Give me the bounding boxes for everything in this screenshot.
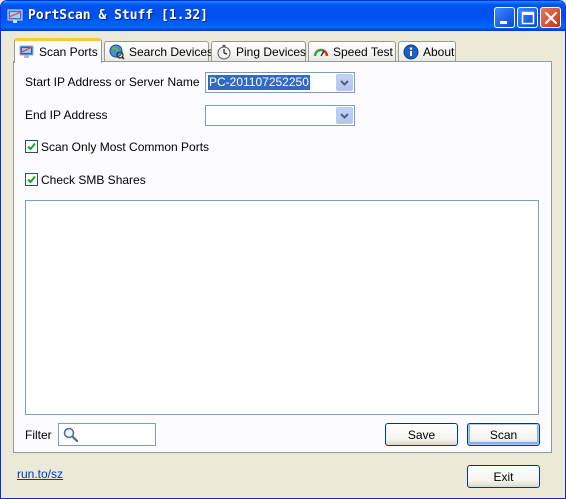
end-ip-combobox[interactable] xyxy=(205,105,355,126)
start-ip-label: Start IP Address or Server Name xyxy=(25,75,200,89)
common-ports-label[interactable]: Scan Only Most Common Ports xyxy=(41,140,209,154)
checkmark-icon xyxy=(27,142,36,151)
end-ip-label: End IP Address xyxy=(25,108,108,122)
smb-shares-checkbox[interactable] xyxy=(25,173,38,186)
filter-input[interactable] xyxy=(58,423,156,446)
smb-shares-label[interactable]: Check SMB Shares xyxy=(41,173,146,187)
end-ip-dropdown-button[interactable] xyxy=(336,107,353,124)
filter-label: Filter xyxy=(25,428,52,442)
scan-button[interactable]: Scan xyxy=(467,423,540,446)
start-ip-dropdown-button[interactable] xyxy=(336,74,353,91)
save-button[interactable]: Save xyxy=(385,423,458,446)
panel-content: Start IP Address or Server Name PC-20110… xyxy=(1,1,565,498)
common-ports-checkbox[interactable] xyxy=(25,140,38,153)
checkmark-icon xyxy=(27,175,36,184)
app-window: PortScan & Stuff [1.32] Scan Ports Searc… xyxy=(0,0,566,499)
chevron-down-icon xyxy=(340,113,349,119)
search-icon xyxy=(63,427,79,443)
start-ip-combobox[interactable]: PC-201107252250 xyxy=(205,72,355,93)
chevron-down-icon xyxy=(340,80,349,86)
exit-button[interactable]: Exit xyxy=(467,465,540,488)
results-list[interactable] xyxy=(25,200,539,415)
website-link[interactable]: run.to/sz xyxy=(17,467,63,481)
start-ip-value[interactable]: PC-201107252250 xyxy=(208,75,310,90)
